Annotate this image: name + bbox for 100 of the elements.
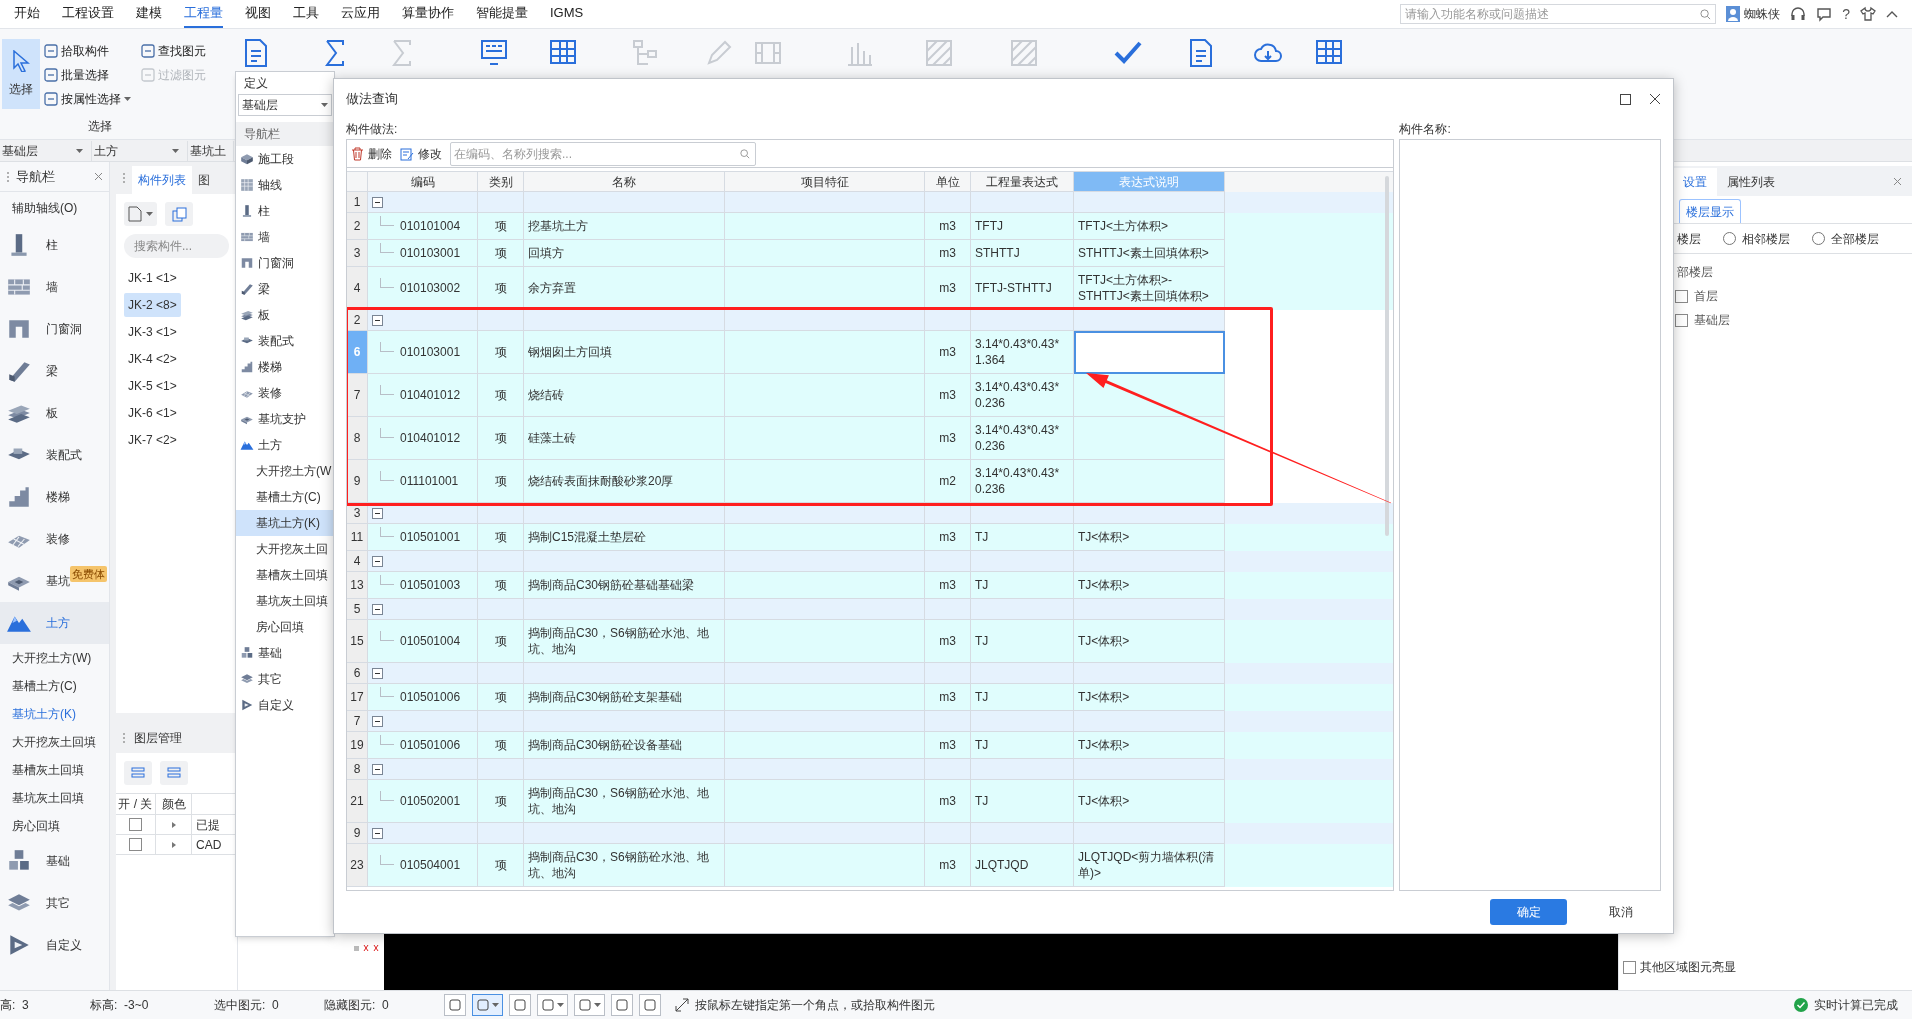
chat-icon[interactable] <box>1816 6 1833 22</box>
menu-tab[interactable]: IGMS <box>550 0 584 28</box>
collapse-icon[interactable] <box>372 555 383 567</box>
radio-option[interactable]: 全部楼层 <box>1812 229 1879 248</box>
nav-item[interactable]: 装修 <box>0 518 109 560</box>
floor-dropdown[interactable]: 土方 <box>92 140 188 161</box>
nav-item[interactable]: 基础 <box>0 840 109 882</box>
nav-item[interactable]: 门窗洞 <box>236 250 334 276</box>
collapse-icon[interactable] <box>372 715 383 727</box>
collapse-icon[interactable] <box>372 507 383 519</box>
ribbon-tool[interactable]: 批量选择 <box>44 65 131 85</box>
collapse-icon[interactable] <box>372 763 383 775</box>
toolbar-button[interactable]: 删除 <box>351 142 392 165</box>
component-item[interactable]: JK-2 <8> <box>124 293 181 317</box>
nav-subitem[interactable]: 房心回填 <box>236 614 334 640</box>
radio-option[interactable]: 相邻楼层 <box>1723 229 1790 248</box>
dialog-button[interactable]: 确定 <box>1490 899 1567 925</box>
component-item[interactable]: JK-4 <2> <box>124 347 181 371</box>
new-button[interactable] <box>124 202 157 226</box>
panel-tab[interactable]: 属性列表 <box>1717 168 1785 196</box>
nav-item[interactable]: 土方 <box>0 602 109 644</box>
search-field[interactable]: 在编码、名称列搜索... <box>450 141 756 166</box>
nav-subitem[interactable]: 基坑土方(K) <box>0 700 109 728</box>
nav-item[interactable]: 其它 <box>0 882 109 924</box>
nav-item[interactable]: 装配式 <box>236 328 334 354</box>
nav-item[interactable]: 装配式 <box>0 434 109 476</box>
checkbox[interactable] <box>129 818 142 831</box>
component-item[interactable]: JK-1 <1> <box>124 266 181 290</box>
nav-subitem[interactable]: 基槽土方(C) <box>0 672 109 700</box>
component-item[interactable]: JK-6 <1> <box>124 401 181 425</box>
nav-item[interactable]: 墙 <box>236 224 334 250</box>
table-cell[interactable]: JLQTJQD<剪力墙体积(清单)> <box>1074 844 1225 887</box>
nav-item[interactable]: 板 <box>236 302 334 328</box>
nav-subitem[interactable]: 大开挖土方(W) <box>0 644 109 672</box>
nav-item[interactable]: 梁 <box>0 350 109 392</box>
panel-tab[interactable]: 构件列表 <box>132 166 192 194</box>
checkbox[interactable] <box>1675 289 1688 303</box>
ribbon-tool[interactable]: 按属性选择 <box>44 89 131 109</box>
nav-item[interactable]: 基础 <box>236 640 334 666</box>
nav-item[interactable]: 自定义 <box>0 924 109 966</box>
nav-item[interactable]: 楼梯 <box>236 354 334 380</box>
checkbox[interactable] <box>1623 960 1636 974</box>
nav-item[interactable]: 装修 <box>236 380 334 406</box>
nav-item[interactable]: 轴线 <box>236 172 334 198</box>
menu-tab[interactable]: 云应用 <box>341 0 380 28</box>
nav-subitem[interactable]: 基槽土方(C) <box>236 484 334 510</box>
nav-item[interactable]: 施工段 <box>236 146 334 172</box>
snap-tool-button[interactable] <box>611 994 633 1016</box>
snap-tool-button[interactable] <box>639 994 661 1016</box>
snap-tool-button[interactable] <box>509 994 531 1016</box>
collapse-icon[interactable] <box>372 196 383 208</box>
nav-subitem[interactable]: 房心回填 <box>0 812 109 840</box>
help-button[interactable]: ? <box>1842 3 1850 25</box>
snap-tool-button[interactable] <box>444 994 466 1016</box>
menu-tab[interactable]: 算量协作 <box>402 0 454 28</box>
nav-item[interactable]: 辅助轴线(O) <box>0 192 109 224</box>
nav-subitem[interactable]: 大开挖灰土回填 <box>0 728 109 756</box>
nav-item[interactable]: 土方 <box>236 432 334 458</box>
close-icon[interactable] <box>1649 93 1661 105</box>
select-button[interactable]: 选择 <box>2 39 40 109</box>
menu-tab[interactable]: 视图 <box>245 0 271 28</box>
nav-item[interactable]: 基坑 免费体 <box>0 560 109 602</box>
expand-icon[interactable] <box>171 841 176 848</box>
menu-tab[interactable]: 开始 <box>14 0 40 28</box>
panel-tab[interactable]: 设置 <box>1673 168 1717 196</box>
nav-item[interactable]: 其它 <box>236 666 334 692</box>
snap-tool-button[interactable] <box>537 994 568 1016</box>
expand-icon[interactable] <box>171 821 176 828</box>
maximize-icon[interactable] <box>1620 93 1631 105</box>
copy-button[interactable] <box>165 202 193 226</box>
nav-item[interactable]: 门窗洞 <box>0 308 109 350</box>
search-field[interactable]: 搜索构件... <box>124 234 229 258</box>
component-item[interactable]: JK-5 <1> <box>124 374 181 398</box>
headset-icon[interactable] <box>1790 6 1807 22</box>
nav-item[interactable]: 柱 <box>0 224 109 266</box>
shirt-icon[interactable] <box>1860 6 1876 22</box>
menu-tab[interactable]: 工程设置 <box>62 0 114 28</box>
menu-tab[interactable]: 建模 <box>136 0 162 28</box>
nav-subitem[interactable]: 大开挖灰土回 <box>236 536 334 562</box>
menu-tab[interactable]: 智能提量 <box>476 0 528 28</box>
nav-subitem[interactable]: 基坑灰土回填 <box>0 784 109 812</box>
nav-subitem[interactable]: 基坑灰土回填 <box>236 588 334 614</box>
nav-item[interactable]: 板 <box>0 392 109 434</box>
ribbon-tool[interactable]: 拾取构件 <box>44 41 131 61</box>
toolbar-button[interactable]: 修改 <box>400 142 442 165</box>
user-name[interactable]: 蜘蛛侠 <box>1744 5 1781 23</box>
panel-tab[interactable]: 图 <box>192 166 216 194</box>
checkbox[interactable] <box>129 838 142 851</box>
nav-subitem[interactable]: 基槽灰土回填 <box>0 756 109 784</box>
nav-item[interactable]: 自定义 <box>236 692 334 718</box>
nav-item[interactable]: 基坑支护 <box>236 406 334 432</box>
nav-item[interactable]: 墙 <box>0 266 109 308</box>
floor-dropdown[interactable]: 基础层 <box>0 140 92 161</box>
nav-item[interactable]: 楼梯 <box>0 476 109 518</box>
subtab[interactable]: 楼层显示 <box>1679 199 1741 223</box>
nav-subitem[interactable]: 基坑土方(K) <box>236 510 334 536</box>
table-cell[interactable] <box>1074 331 1225 374</box>
component-item[interactable]: JK-7 <2> <box>124 428 181 452</box>
menu-tab[interactable]: 工具 <box>293 0 319 28</box>
collapse-ribbon-icon[interactable] <box>1886 10 1898 18</box>
